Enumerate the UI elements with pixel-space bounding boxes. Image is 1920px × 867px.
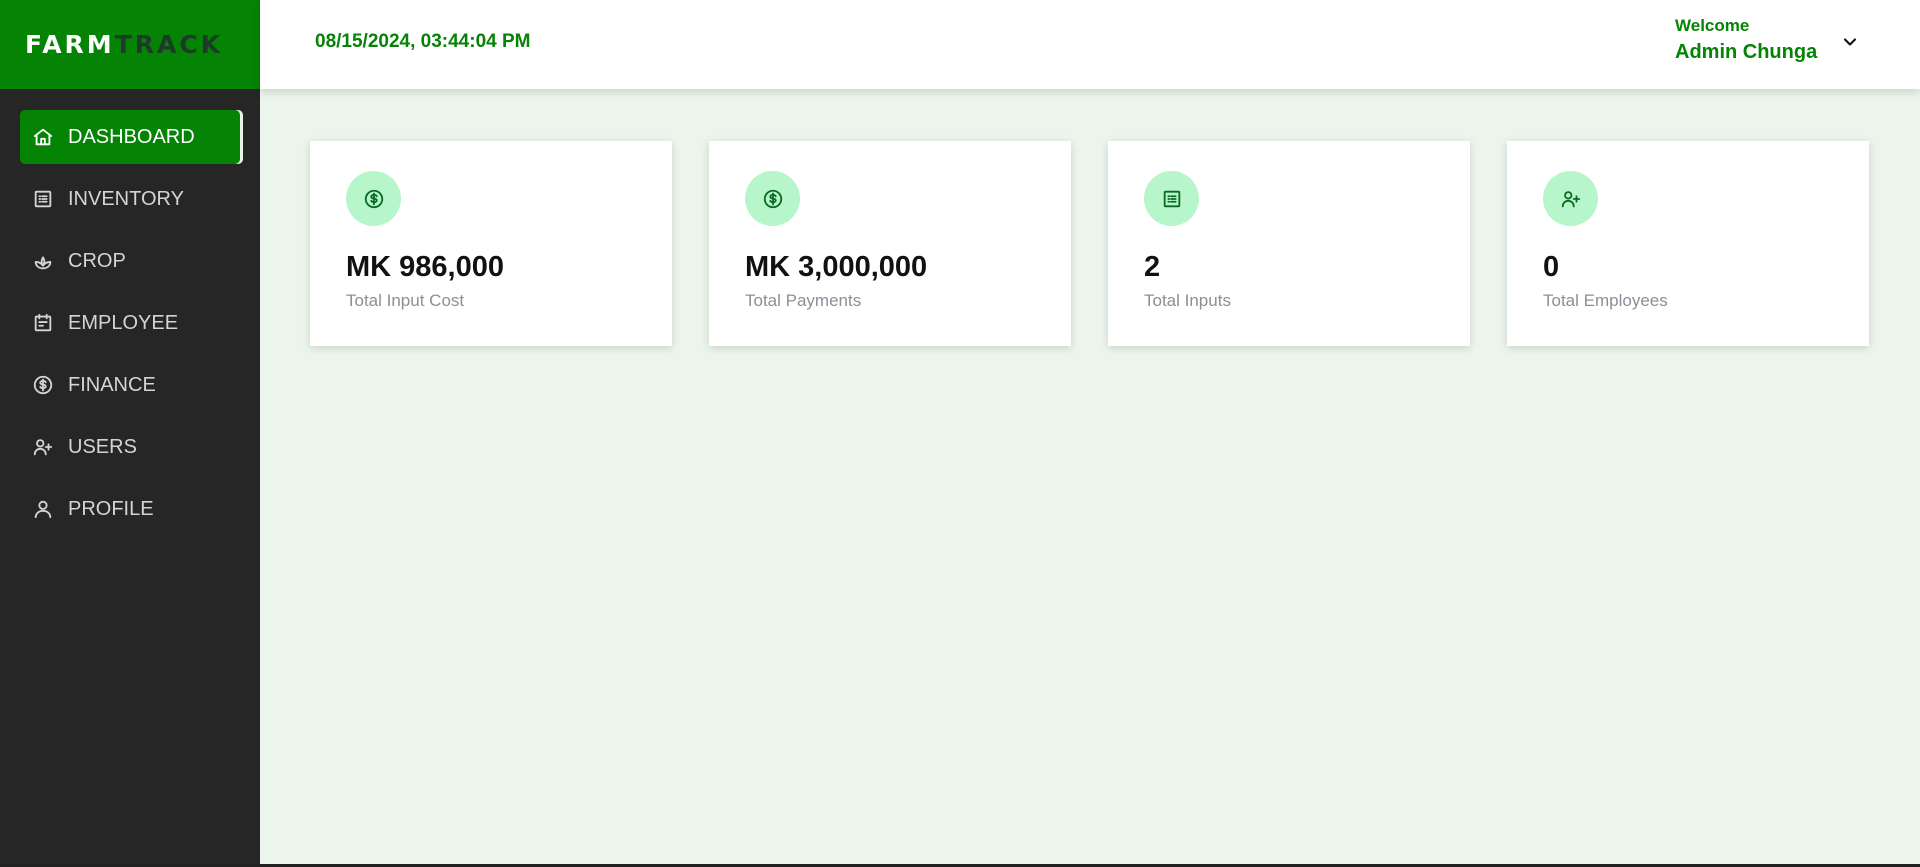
sidebar-item-dashboard[interactable]: DASHBOARD	[20, 110, 240, 164]
stat-value: 0	[1543, 251, 1560, 283]
current-datetime: 08/15/2024, 03:44:04 PM	[315, 31, 531, 52]
app-logo[interactable]: FARM TRACK	[0, 0, 260, 89]
stat-value: MK 986,000	[346, 251, 504, 283]
list-icon	[1144, 171, 1199, 226]
dollar-circle-icon	[32, 374, 54, 396]
sidebar: FARM TRACK DASHBOARD INVENTORY CROP EMPL…	[0, 0, 260, 864]
stat-value: MK 3,000,000	[745, 251, 928, 283]
stat-card-payments: MK 3,000,000 Total Payments	[709, 141, 1071, 346]
list-icon	[32, 188, 54, 210]
sidebar-item-label: PROFILE	[68, 497, 154, 520]
user-name: Admin Chunga	[1675, 41, 1818, 63]
sidebar-item-profile[interactable]: PROFILE	[20, 482, 240, 536]
sidebar-item-label: CROP	[68, 249, 126, 272]
user-plus-icon	[1543, 171, 1598, 226]
user-menu[interactable]: Welcome Admin Chunga	[1675, 16, 1817, 64]
stat-label: Total Input Cost	[346, 291, 465, 310]
stat-label: Total Inputs	[1144, 291, 1231, 310]
welcome-text: Welcome	[1675, 16, 1750, 35]
sprout-icon	[32, 250, 54, 272]
user-plus-icon	[32, 436, 54, 458]
user-icon	[32, 498, 54, 520]
calendar-icon	[32, 312, 54, 334]
stat-card-inputs: 2 Total Inputs	[1108, 141, 1470, 346]
stat-card-input-cost: MK 986,000 Total Input Cost	[310, 141, 672, 346]
sidebar-item-users[interactable]: USERS	[20, 420, 240, 474]
dollar-circle-icon	[346, 171, 401, 226]
dollar-circle-icon	[745, 171, 800, 226]
sidebar-item-label: DASHBOARD	[68, 125, 195, 148]
sidebar-item-label: USERS	[68, 435, 137, 458]
sidebar-item-finance[interactable]: FINANCE	[20, 358, 240, 412]
stat-value: 2	[1144, 251, 1161, 283]
sidebar-item-employee[interactable]: EMPLOYEE	[20, 296, 240, 350]
stat-label: Total Employees	[1543, 291, 1668, 310]
sidebar-item-label: FINANCE	[68, 373, 156, 396]
home-icon	[32, 126, 54, 148]
main-content: 08/15/2024, 03:44:04 PM Welcome Admin Ch…	[260, 0, 1920, 864]
logo-text-track: TRACK	[114, 30, 224, 59]
stats-cards: MK 986,000 Total Input Cost MK 3,000,000…	[310, 141, 1869, 346]
sidebar-item-crop[interactable]: CROP	[20, 234, 240, 288]
logo-text-farm: FARM	[25, 30, 115, 59]
sidebar-item-label: INVENTORY	[68, 187, 184, 210]
sidebar-item-inventory[interactable]: INVENTORY	[20, 172, 240, 226]
chevron-down-icon[interactable]	[1840, 32, 1860, 52]
stat-label: Total Payments	[745, 291, 862, 310]
sidebar-nav: DASHBOARD INVENTORY CROP EMPLOYEE FINANC…	[0, 89, 260, 536]
stat-card-employees: 0 Total Employees	[1507, 141, 1869, 346]
app-window: FARM TRACK DASHBOARD INVENTORY CROP EMPL…	[0, 0, 1920, 864]
top-header: 08/15/2024, 03:44:04 PM Welcome Admin Ch…	[260, 0, 1920, 89]
sidebar-item-label: EMPLOYEE	[68, 311, 179, 334]
